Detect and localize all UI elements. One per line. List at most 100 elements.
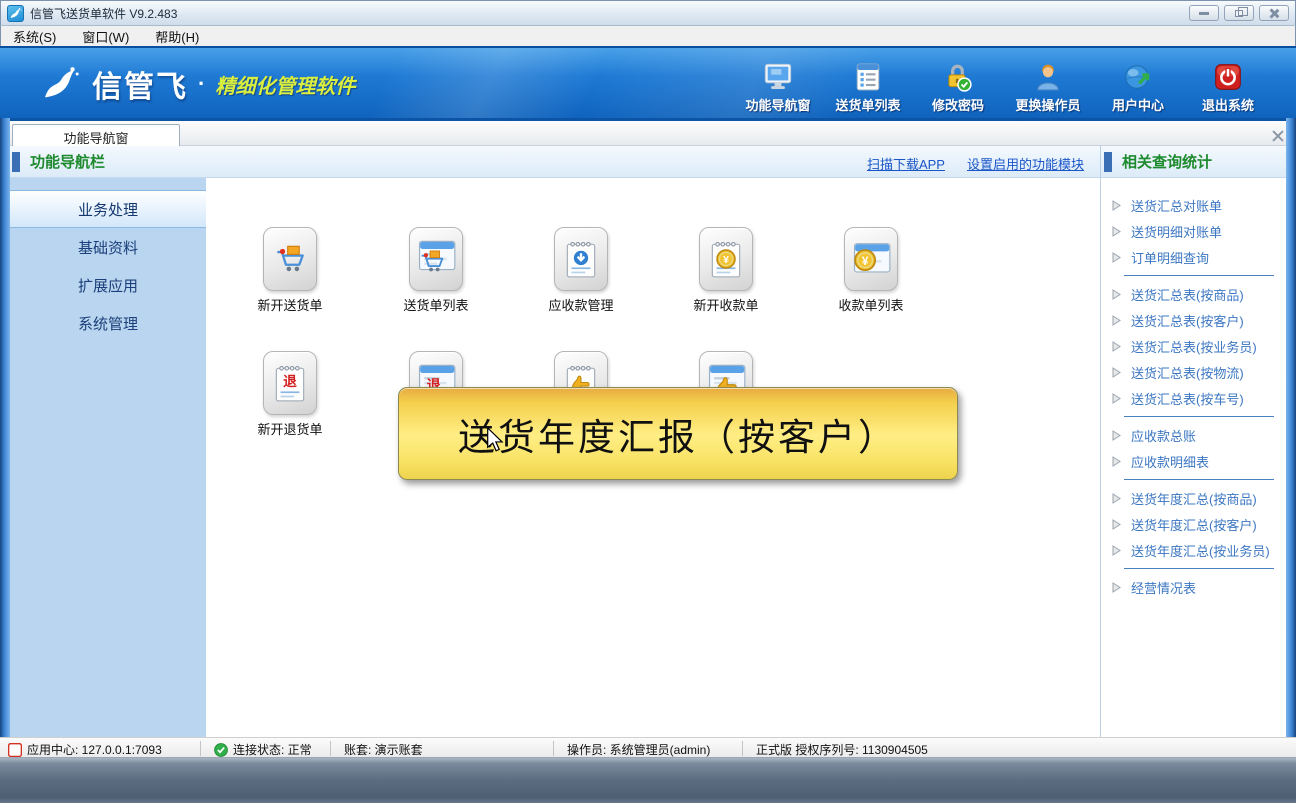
triangle-icon bbox=[1112, 315, 1121, 326]
close-tab-icon[interactable] bbox=[1272, 129, 1284, 141]
query-item[interactable]: 经营情况表 bbox=[1106, 574, 1286, 600]
section-header-row: 功能导航栏 扫描下载APP 设置启用的功能模块 相关查询统计 bbox=[0, 146, 1296, 178]
list-icon bbox=[853, 56, 883, 92]
receivables-management-button[interactable] bbox=[554, 227, 608, 291]
menu-system[interactable]: 系统(S) bbox=[13, 27, 56, 46]
sidebar-item-basicdata[interactable]: 基础资料 bbox=[10, 228, 206, 266]
status-connection: 连接状态: 正常 bbox=[214, 741, 312, 758]
window-frame-right bbox=[1286, 118, 1296, 737]
query-item-label: 送货汇总表(按物流) bbox=[1131, 363, 1244, 382]
query-item[interactable]: 送货汇总表(按商品) bbox=[1106, 281, 1286, 307]
mouse-cursor bbox=[487, 428, 504, 452]
brand-tagline: 精细化管理软件 bbox=[215, 70, 355, 99]
menu-help[interactable]: 帮助(H) bbox=[155, 27, 199, 46]
application-window: 信管飞送货单软件 V9.2.483 系统(S) 窗口(W) 帮助(H) 信管飞 … bbox=[0, 0, 1296, 803]
icon-label: 新开退货单 bbox=[235, 419, 345, 438]
sidebar-item-label: 业务处理 bbox=[78, 199, 138, 220]
triangle-icon bbox=[1112, 226, 1121, 237]
header-banner: 信管飞 · 精细化管理软件 功能导航窗 送货单列表 修改密码 bbox=[0, 46, 1296, 118]
query-separator bbox=[1124, 479, 1274, 480]
query-item[interactable]: 应收款总账 bbox=[1106, 422, 1286, 448]
status-operator: 操作员: 系统管理员(admin) bbox=[567, 741, 710, 758]
switch-operator-button[interactable]: 更换操作员 bbox=[1006, 56, 1090, 114]
brand-dot: · bbox=[198, 71, 205, 97]
scan-download-app-link[interactable]: 扫描下载APP bbox=[867, 154, 945, 173]
query-item[interactable]: 送货汇总表(按车号) bbox=[1106, 385, 1286, 411]
icon-label: 新开收款单 bbox=[671, 295, 781, 314]
query-item-label: 经营情况表 bbox=[1131, 578, 1196, 597]
hover-tooltip: 送货年度汇报（按客户） bbox=[398, 387, 958, 480]
query-separator bbox=[1124, 568, 1274, 569]
menu-bar: 系统(S) 窗口(W) 帮助(H) bbox=[0, 26, 1296, 46]
receipt-list-button[interactable] bbox=[844, 227, 898, 291]
status-divider bbox=[553, 741, 554, 756]
icon-label: 应收款管理 bbox=[526, 295, 636, 314]
cart-icon bbox=[273, 244, 307, 274]
brand-name: 信管飞 bbox=[92, 62, 188, 106]
query-item-label: 送货汇总表(按客户) bbox=[1131, 311, 1244, 330]
query-item[interactable]: 送货年度汇总(按业务员) bbox=[1106, 537, 1286, 563]
user-center-button[interactable]: 用户中心 bbox=[1096, 56, 1180, 114]
power-icon bbox=[1213, 56, 1243, 92]
triangle-icon bbox=[1112, 519, 1121, 530]
icon-label: 送货单列表 bbox=[381, 295, 491, 314]
header-toolbar: 功能导航窗 送货单列表 修改密码 更换操作员 bbox=[736, 56, 1270, 114]
new-return-note-button[interactable]: 退 bbox=[263, 351, 317, 415]
restore-button[interactable] bbox=[1224, 5, 1254, 21]
new-delivery-note-button[interactable] bbox=[263, 227, 317, 291]
query-item[interactable]: 订单明细查询 bbox=[1106, 244, 1286, 270]
exit-system-button[interactable]: 退出系统 bbox=[1186, 56, 1270, 114]
status-app-center: 应用中心: 127.0.0.1:7093 bbox=[8, 741, 162, 758]
query-item[interactable]: 送货年度汇总(按客户) bbox=[1106, 511, 1286, 537]
sidebar-item-label: 基础资料 bbox=[78, 237, 138, 258]
delivery-note-list-button[interactable] bbox=[409, 227, 463, 291]
nav-panel-header: 功能导航栏 bbox=[12, 151, 105, 172]
app-logo-icon bbox=[7, 5, 24, 22]
monitor-icon bbox=[762, 56, 794, 92]
brand-swoosh-icon bbox=[38, 64, 82, 104]
lock-check-icon bbox=[943, 56, 973, 92]
query-separator bbox=[1124, 275, 1274, 276]
query-item[interactable]: 送货汇总表(按业务员) bbox=[1106, 333, 1286, 359]
close-button[interactable] bbox=[1259, 5, 1289, 21]
header-chip bbox=[1104, 152, 1112, 172]
query-item[interactable]: 应收款明细表 bbox=[1106, 448, 1286, 474]
triangle-icon bbox=[1112, 367, 1121, 378]
toolbar-label: 功能导航窗 bbox=[745, 95, 810, 114]
menu-window[interactable]: 窗口(W) bbox=[82, 27, 129, 46]
nav-window-button[interactable]: 功能导航窗 bbox=[736, 56, 820, 114]
status-license-text: 正式版 授权序列号: 1130904505 bbox=[756, 741, 928, 758]
sidebar-item-extensions[interactable]: 扩展应用 bbox=[10, 266, 206, 304]
query-item-label: 送货汇总表(按车号) bbox=[1131, 389, 1244, 408]
query-panel-title: 相关查询统计 bbox=[1122, 151, 1212, 172]
brand-logo: 信管飞 · 精细化管理软件 bbox=[38, 62, 355, 106]
sidebar-item-label: 扩展应用 bbox=[78, 275, 138, 296]
status-account: 账套: 演示账套 bbox=[344, 741, 423, 758]
query-item-label: 应收款总账 bbox=[1131, 426, 1196, 445]
query-item[interactable]: 送货汇总表(按物流) bbox=[1106, 359, 1286, 385]
query-item[interactable]: 送货汇总表(按客户) bbox=[1106, 307, 1286, 333]
query-item[interactable]: 送货明细对账单 bbox=[1106, 218, 1286, 244]
status-bar: 应用中心: 127.0.0.1:7093 连接状态: 正常 账套: 演示账套 操… bbox=[0, 737, 1296, 758]
status-license: 正式版 授权序列号: 1130904505 bbox=[756, 741, 928, 758]
notepad-yen-icon bbox=[709, 239, 743, 279]
toolbar-label: 退出系统 bbox=[1202, 95, 1254, 114]
query-panel: 送货汇总对账单 送货明细对账单 订单明细查询 送货汇总表(按商品) 送货汇总表(… bbox=[1106, 178, 1286, 737]
icon-label: 新开送货单 bbox=[235, 295, 345, 314]
sidebar-item-system[interactable]: 系统管理 bbox=[10, 304, 206, 342]
sidebar-item-business[interactable]: 业务处理 bbox=[10, 190, 206, 228]
delivery-list-button[interactable]: 送货单列表 bbox=[826, 56, 910, 114]
triangle-icon bbox=[1112, 252, 1121, 263]
query-item[interactable]: 送货汇总对账单 bbox=[1106, 192, 1286, 218]
triangle-icon bbox=[1112, 289, 1121, 300]
query-item-label: 应收款明细表 bbox=[1131, 452, 1209, 471]
minimize-button[interactable] bbox=[1189, 5, 1219, 21]
module-settings-link[interactable]: 设置启用的功能模块 bbox=[967, 154, 1084, 173]
window-frame-left bbox=[0, 118, 10, 737]
triangle-icon bbox=[1112, 200, 1121, 211]
change-password-button[interactable]: 修改密码 bbox=[916, 56, 1000, 114]
new-receipt-button[interactable] bbox=[699, 227, 753, 291]
query-item-label: 送货汇总表(按业务员) bbox=[1131, 337, 1257, 356]
icon-label: 收款单列表 bbox=[816, 295, 926, 314]
query-item[interactable]: 送货年度汇总(按商品) bbox=[1106, 485, 1286, 511]
